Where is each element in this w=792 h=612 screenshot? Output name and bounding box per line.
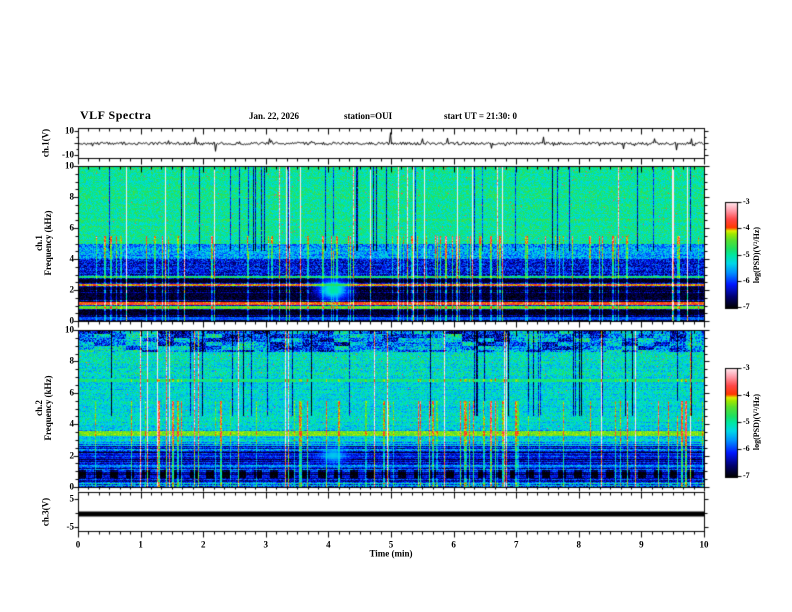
ch1-freq-tick-label: 4 [69,253,75,264]
colorbar1-tick-label: -7 [743,302,750,311]
date-label: Jan. 22, 2026 [249,111,300,121]
time-tick-label: 6 [451,539,456,550]
time-tick-label: 8 [576,539,582,550]
ch2-freq-tick-label: 6 [69,387,75,398]
colorbar1-tick-label: -4 [743,223,750,233]
colorbar2-tick-label: -3 [743,363,750,372]
colorbar1-axis-label: log(PSD)(V²/Hz) [752,226,761,284]
time-tick-label: 7 [513,539,519,550]
colorbar2-tick-label: -5 [743,417,750,426]
ch2-freq-tick-label: 2 [69,450,75,461]
ch1-freq-tick-label: 6 [69,222,75,233]
time-tick-label: 1 [138,539,143,550]
colorbar1-tick-label: -3 [743,197,750,206]
ch3-ymax-label: 5 [69,493,75,504]
colorbar1-tick-label: -5 [743,249,750,259]
ch1-voltage-axis-label: ch.1(V) [40,128,51,158]
ch2-frequency-axis-label: ch.2 Frequency (kHz) [34,375,53,441]
colorbar2-axis-label: log(PSD)(V²/Hz) [752,393,761,451]
start-ut-label: start UT = 21:30: 0 [444,111,517,121]
ch1-freq-tick-label: 10 [65,160,74,171]
plot-canvas [0,0,792,612]
time-tick-label: 0 [75,539,81,550]
ch1-ymin-label: -10 [62,149,74,160]
time-tick-label: 3 [263,539,269,550]
ch2-freq-tick-label: 10 [65,324,74,335]
ch2-freq-tick-label: 4 [69,418,75,429]
ch1-frequency-axis-label: ch.1 Frequency (kHz) [34,210,53,276]
ch2-axis-line2: Frequency (kHz) [43,375,53,441]
colorbar2-tick-label: -4 [743,390,750,399]
ch1-freq-tick-label: 8 [69,191,75,202]
time-tick-label: 5 [388,539,394,550]
time-axis-label: Time (min) [369,548,413,559]
ch1-axis-line2: Frequency (kHz) [43,210,53,276]
ch1-ymax-label: 10 [65,125,74,136]
vlf-spectra-figure: VLF Spectra Jan. 22, 2026 station=OUI st… [0,0,792,612]
ch1-freq-tick-label: 2 [69,284,75,295]
colorbar1-tick-label: -6 [743,275,750,285]
ch3-ymin-label: -5 [66,521,75,532]
ch2-freq-tick-label: 8 [69,355,75,366]
time-tick-label: 4 [326,539,331,550]
station-label: station=OUI [344,111,393,121]
ch2-freq-tick-label: 0 [69,481,75,492]
time-tick-label: 2 [200,539,206,550]
time-tick-label: 9 [639,539,644,550]
time-tick-label: 10 [699,539,709,550]
colorbar2-tick-label: -7 [743,471,750,480]
ch3-voltage-axis-label: ch.3(V) [40,497,51,527]
page-title: VLF Spectra [80,108,152,122]
colorbar2-tick-label: -6 [743,444,750,453]
